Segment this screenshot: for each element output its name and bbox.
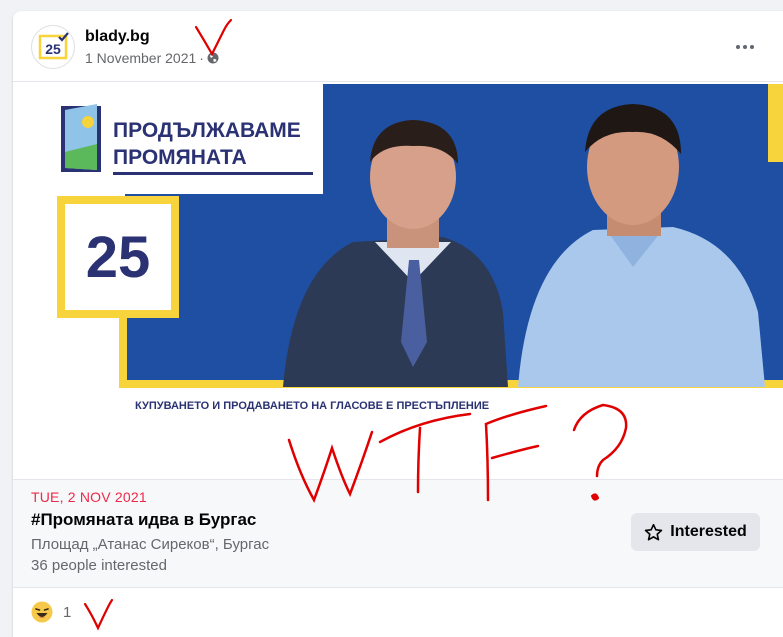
poster-disclaimer: КУПУВАНЕТО И ПРОДАВАНЕТО НА ГЛАСОВЕ Е ПР… <box>135 400 489 412</box>
event-cover-image[interactable]: ПРОДЪЛЖАВАМЕ ПРОМЯНАТА 25 КУПУВАНЕТО И П… <box>13 81 783 479</box>
event-location: Площад „Атанас Сиреков“, Бургас <box>31 536 270 553</box>
haha-emoji-icon[interactable] <box>31 601 53 623</box>
poster-logo-line1: ПРОДЪЛЖАВАМЕ <box>113 119 301 142</box>
event-info: TUE, 2 NOV 2021 #Промяната идва в Бургас… <box>13 479 783 587</box>
event-date: TUE, 2 NOV 2021 <box>31 489 147 505</box>
meta-separator: · <box>199 50 204 66</box>
interested-button-label: Interested <box>670 523 747 540</box>
more-options-button[interactable] <box>729 31 761 63</box>
party-logo-icon: 25 <box>38 32 69 60</box>
poster-logo-line2: ПРОМЯНАТА <box>113 146 247 169</box>
post-header: 25 blady.bg 1 November 2021 · <box>13 11 783 81</box>
post-date[interactable]: 1 November 2021 <box>85 50 196 66</box>
event-interested-count: 36 people interested <box>31 557 167 574</box>
post-meta: 1 November 2021 · <box>85 50 219 66</box>
more-dot-icon <box>743 45 747 49</box>
avatar-number: 25 <box>45 41 61 57</box>
campaign-poster: ПРОДЪЛЖАВАМЕ ПРОМЯНАТА 25 КУПУВАНЕТО И П… <box>13 82 783 479</box>
post-card: 25 blady.bg 1 November 2021 · ПРОДЪЛЖАВА… <box>13 11 783 637</box>
star-icon <box>644 523 663 541</box>
poster-number: 25 <box>86 225 151 290</box>
more-dot-icon <box>750 45 754 49</box>
page-avatar[interactable]: 25 <box>31 25 75 69</box>
interested-button[interactable]: Interested <box>631 513 760 551</box>
door-logo-icon <box>61 104 101 172</box>
reactions-bar: 1 <box>13 587 783 637</box>
event-title-link[interactable]: #Промяната идва в Бургас <box>31 510 256 530</box>
globe-icon <box>207 52 219 64</box>
reaction-count[interactable]: 1 <box>63 604 71 621</box>
page-name-link[interactable]: blady.bg <box>85 28 150 46</box>
more-dot-icon <box>736 45 740 49</box>
